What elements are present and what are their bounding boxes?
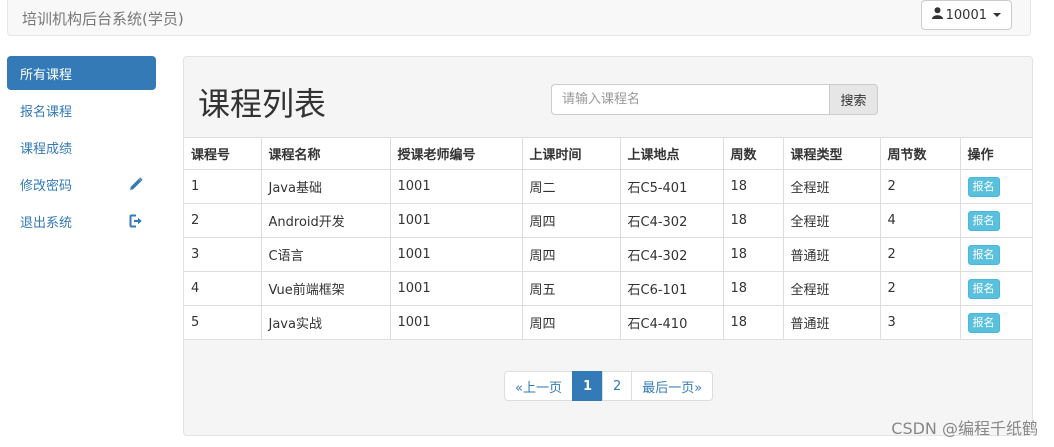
sidebar-item-course-grades[interactable]: 课程成绩: [7, 130, 156, 164]
sidebar-item-label: 报名课程: [20, 104, 73, 120]
page-title: 课程列表: [198, 85, 327, 123]
sidebar-item-logout[interactable]: 退出系统: [7, 204, 156, 238]
table-cell: 石C4-302: [619, 237, 724, 272]
sidebar-item-label: 退出系统: [20, 215, 73, 231]
table-cell: 全程班: [782, 169, 881, 204]
enroll-button[interactable]: 报名: [967, 312, 1000, 333]
table-cell: 2: [879, 169, 961, 204]
table-cell: 周二: [521, 169, 621, 204]
last-page-link[interactable]: 最后一页»: [631, 371, 714, 401]
brand-title: 培训机构后台系统(学员): [22, 10, 184, 28]
user-icon: [931, 7, 943, 23]
table-cell: 石C6-101: [619, 271, 724, 306]
logout-icon: [128, 213, 144, 229]
table-cell: 石C4-410: [619, 305, 724, 340]
user-menu-button[interactable]: 10001: [920, 0, 1012, 30]
table-cell: 18: [722, 169, 784, 204]
table-cell: Android开发: [260, 203, 391, 238]
table-cell: 报名: [959, 237, 1032, 272]
sidebar-item-label: 所有课程: [20, 67, 73, 83]
table-cell: 1001: [389, 271, 523, 306]
column-header: 操作: [959, 137, 1032, 170]
column-header: 上课时间: [521, 137, 621, 170]
table-row: 1 Java基础 1001 周二 石C5-401 18 全程班 2 报名: [184, 169, 1032, 204]
table-cell: 1001: [389, 237, 523, 272]
course-table: 课程号 课程名称 授课老师编号 上课时间 上课地点 周数 课程类型 周节数 操作…: [184, 137, 1032, 340]
sidebar-item-all-courses[interactable]: 所有课程: [7, 56, 156, 90]
table-cell: 普通班: [782, 237, 881, 272]
pencil-icon: [128, 176, 144, 192]
search-group: 搜索: [551, 84, 878, 115]
column-header: 课程名称: [260, 137, 391, 170]
table-cell: 报名: [959, 305, 1032, 340]
table-cell: 3: [879, 305, 961, 340]
table-cell: 周四: [521, 305, 621, 340]
table-cell: 3: [184, 237, 262, 272]
table-cell: 18: [722, 305, 784, 340]
table-cell: 2: [879, 237, 961, 272]
enroll-button[interactable]: 报名: [967, 278, 1000, 299]
prev-page-link[interactable]: «上一页: [504, 371, 573, 401]
enroll-button[interactable]: 报名: [967, 176, 1000, 197]
watermark: CSDN @编程千纸鹤: [891, 419, 1038, 438]
table-cell: 18: [722, 203, 784, 238]
chevron-down-icon: [993, 13, 1001, 17]
top-navbar: 培训机构后台系统(学员) 10001: [7, 0, 1031, 36]
sidebar-item-label: 课程成绩: [20, 141, 73, 157]
sidebar-item-label: 修改密码: [20, 178, 73, 194]
table-cell: 石C5-401: [619, 169, 724, 204]
sidebar-item-enrolled-courses[interactable]: 报名课程: [7, 93, 156, 127]
table-cell: Java实战: [260, 305, 391, 340]
table-row: 3 C语言 1001 周四 石C4-302 18 普通班 2 报名: [184, 237, 1032, 272]
sidebar-item-change-password[interactable]: 修改密码: [7, 167, 156, 201]
table-cell: 普通班: [782, 305, 881, 340]
column-header: 课程号: [184, 137, 262, 170]
page-link-1[interactable]: 1: [571, 371, 604, 401]
table-cell: 18: [722, 271, 784, 306]
column-header: 周数: [722, 137, 784, 170]
enroll-button[interactable]: 报名: [967, 244, 1000, 265]
table-cell: 2: [184, 203, 262, 238]
search-button[interactable]: 搜索: [829, 84, 878, 115]
table-cell: 1: [184, 169, 262, 204]
table-row: 5 Java实战 1001 周四 石C4-410 18 普通班 3 报名: [184, 305, 1032, 340]
table-row: 4 Vue前端框架 1001 周五 石C6-101 18 全程班 2 报名: [184, 271, 1032, 306]
table-cell: 1001: [389, 203, 523, 238]
table-cell: 1001: [389, 305, 523, 340]
table-cell: 18: [722, 237, 784, 272]
table-cell: 4: [879, 203, 961, 238]
column-header: 课程类型: [782, 137, 881, 170]
table-cell: 全程班: [782, 203, 881, 238]
course-list-panel: 课程列表 搜索 课程号 课程名称 授课老师编号 上课时间 上课地点 周数 课程类…: [183, 56, 1033, 436]
table-cell: 报名: [959, 203, 1032, 238]
table-cell: 全程班: [782, 271, 881, 306]
search-input[interactable]: [551, 84, 829, 115]
table-cell: 报名: [959, 169, 1032, 204]
table-cell: 4: [184, 271, 262, 306]
table-cell: 周四: [521, 237, 621, 272]
user-id: 10001: [945, 7, 987, 23]
table-cell: Java基础: [260, 169, 391, 204]
table-cell: 1001: [389, 169, 523, 204]
page-link-2[interactable]: 2: [602, 371, 633, 401]
sidebar: 所有课程 报名课程 课程成绩 修改密码 退出系统: [7, 56, 156, 241]
table-cell: Vue前端框架: [260, 271, 391, 306]
table-cell: 2: [879, 271, 961, 306]
table-cell: C语言: [260, 237, 391, 272]
column-header: 周节数: [879, 137, 961, 170]
pagination: «上一页 1 2 最后一页»: [504, 371, 714, 401]
table-cell: 5: [184, 305, 262, 340]
column-header: 上课地点: [619, 137, 724, 170]
table-cell: 周四: [521, 203, 621, 238]
table-cell: 报名: [959, 271, 1032, 306]
enroll-button[interactable]: 报名: [967, 210, 1000, 231]
table-cell: 石C4-302: [619, 203, 724, 238]
column-header: 授课老师编号: [389, 137, 523, 170]
table-row: 2 Android开发 1001 周四 石C4-302 18 全程班 4 报名: [184, 203, 1032, 238]
table-header-row: 课程号 课程名称 授课老师编号 上课时间 上课地点 周数 课程类型 周节数 操作: [184, 137, 1032, 170]
table-cell: 周五: [521, 271, 621, 306]
